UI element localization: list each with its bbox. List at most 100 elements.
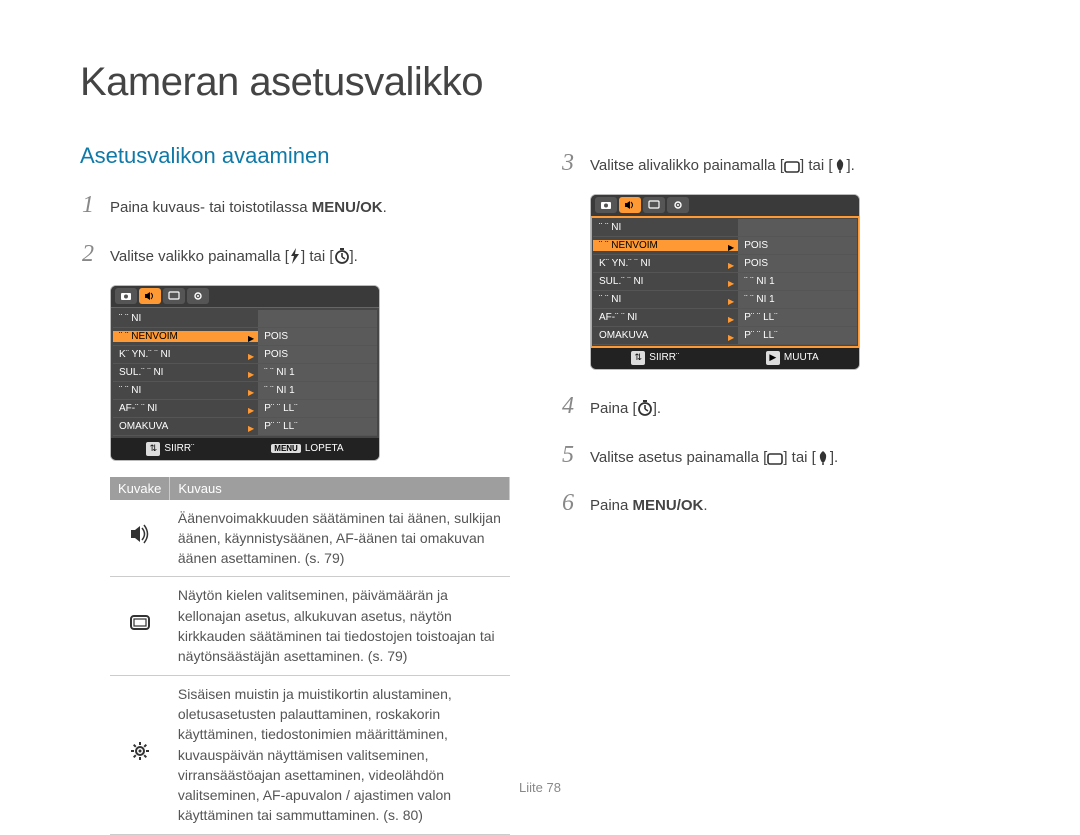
step-5: 5 Valitse asetus painamalla [] tai []. xyxy=(560,435,1000,476)
cam1-r1-l: K¨ YN.¨ ¨ NI xyxy=(119,349,170,360)
cam1-r1-r: POIS xyxy=(258,346,377,363)
cam1-row-3: ¨ ¨ NI▶¨ ¨ NI 1 xyxy=(113,382,377,400)
timer-icon xyxy=(334,247,350,273)
camera-tab-icon xyxy=(115,288,137,304)
step-3-pre: Valitse alivalikko painamalla [ xyxy=(590,157,784,174)
cam2-footer-move: SIIRR¨ xyxy=(649,352,679,363)
cam2-row-3: ¨ ¨ NI ▶ ¨ ¨ NI 1 xyxy=(593,291,857,309)
cam1-r0-r: POIS xyxy=(258,328,377,345)
caret-icon: ▶ xyxy=(728,297,734,305)
cam1-r3-l: ¨ ¨ NI xyxy=(119,385,141,396)
step-3-mid: ] tai [ xyxy=(800,157,833,174)
cam2-footer-change: MUUTA xyxy=(784,352,819,363)
cam2-header-right xyxy=(738,219,857,236)
step-4-post: ]. xyxy=(653,400,661,417)
cam2-row-4: AF-¨ ¨ NI▶P¨ ¨ LL¨ xyxy=(593,309,857,327)
cam2-footer: ⇅SIIRR¨ ▶MUUTA xyxy=(591,347,859,369)
cam2-row-2: SUL.¨ ¨ NI▶¨ ¨ NI 1 xyxy=(593,273,857,291)
step-num-5: 5 xyxy=(560,435,576,476)
cam2-tabs xyxy=(591,195,859,217)
cam1-body: ¨ ¨ NI ¨ ¨ NENVOIM▶POIS K¨ YN.¨ ¨ NI▶POI… xyxy=(111,308,379,438)
step-4-text: Paina []. xyxy=(590,396,661,425)
cam1-footer-quit: LOPETA xyxy=(305,443,344,454)
page-footer: Liite 78 xyxy=(80,780,1000,795)
cam1-footer-move: SIIRR¨ xyxy=(164,443,194,454)
step-2-post: ]. xyxy=(350,248,358,265)
page-title: Kameran asetusvalikko xyxy=(80,60,1000,105)
step-2-mid: ] tai [ xyxy=(301,248,334,265)
speaker-tab-icon xyxy=(139,288,161,304)
step-3-post: ]. xyxy=(847,157,855,174)
caret-icon: ▶ xyxy=(248,406,254,414)
step-2-pre: Valitse valikko painamalla [ xyxy=(110,248,289,265)
caret-icon: ▶ xyxy=(728,261,734,269)
camera-tab-icon xyxy=(595,197,617,213)
step-3-text: Valitse alivalikko painamalla [ ] tai []. xyxy=(590,153,855,182)
cam1-row-2: SUL.¨ ¨ NI▶¨ ¨ NI 1 xyxy=(113,364,377,382)
right-column: 3 Valitse alivalikko painamalla [] tai [… xyxy=(560,143,1000,835)
cam2-r4-l: AF-¨ ¨ NI xyxy=(599,312,637,323)
step-1: 1 Paina kuvaus- tai toistotilassa MENU/O… xyxy=(80,185,520,226)
step-5-text: Valitse asetus painamalla [] tai []. xyxy=(590,445,838,474)
display-small-icon xyxy=(767,448,783,474)
timer-icon xyxy=(637,399,653,425)
cam1-r2-r: ¨ ¨ NI 1 xyxy=(258,364,377,381)
step-4: 4 Paina []. xyxy=(560,386,1000,427)
cam1-r5-r: P¨ ¨ LL¨ xyxy=(258,418,377,435)
cam2-r0-l: ¨ ¨ NENVOIM xyxy=(599,240,658,251)
cam2-r5-l: OMAKUVA xyxy=(599,330,648,341)
display-tab-icon xyxy=(163,288,185,304)
gear-tab-icon xyxy=(187,288,209,304)
cam2-header: ¨ ¨ NI xyxy=(593,219,857,237)
caret-icon: ▶ xyxy=(728,333,734,341)
display-small-icon xyxy=(784,156,800,182)
macro-icon xyxy=(833,156,847,182)
step-3: 3 Valitse alivalikko painamalla [] tai [… xyxy=(560,143,1000,184)
cam2-r3-l: ¨ ¨ NI xyxy=(599,294,621,305)
step-5-mid: ] tai [ xyxy=(783,449,816,466)
speaker-tab-icon xyxy=(619,197,641,213)
speaker-icon xyxy=(110,500,170,577)
cam2-r1-r: POIS xyxy=(738,255,857,272)
cam1-header-right xyxy=(258,310,377,327)
macro-icon xyxy=(816,448,830,474)
cam2-row-1: K¨ YN.¨ ¨ NI ▶ POIS xyxy=(593,255,857,273)
cam2-r1-l: K¨ YN.¨ ¨ NI xyxy=(599,258,650,269)
cam1-r3-r: ¨ ¨ NI 1 xyxy=(258,382,377,399)
cam1-r4-r: P¨ ¨ LL¨ xyxy=(258,400,377,417)
updown-icon: ⇅ xyxy=(631,351,645,365)
caret-icon: ▶ xyxy=(728,243,734,251)
step-num-1: 1 xyxy=(80,185,96,226)
cam1-r2-l: SUL.¨ ¨ NI xyxy=(119,367,163,378)
cam2-row-0: ¨ ¨ NENVOIM▶POIS xyxy=(593,237,857,255)
cam2-body: ¨ ¨ NI ¨ ¨ NENVOIM ▶ POIS K¨ YN.¨ ¨ NI ▶ POI… xyxy=(591,217,859,347)
menu-ok-label: MENU/OK xyxy=(312,199,383,216)
cam1-row-5: OMAKUVA ▶ P¨ ¨ LL¨ xyxy=(113,418,377,436)
step-4-pre: Paina [ xyxy=(590,400,637,417)
step-1-post: . xyxy=(383,199,387,216)
footer-label: Liite xyxy=(519,780,543,795)
cam1-tabs xyxy=(111,286,379,308)
step-num-6: 6 xyxy=(560,483,576,524)
legend-row-0: Äänenvoimakkuuden säätäminen tai äänen, … xyxy=(110,500,510,577)
updown-icon: ⇅ xyxy=(146,442,160,456)
cam2-r2-l: SUL.¨ ¨ NI xyxy=(599,276,643,287)
caret-icon: ▶ xyxy=(248,352,254,360)
step-6-post: . xyxy=(703,497,707,514)
cam1-header-label: ¨ ¨ NI xyxy=(113,313,258,324)
display-icon xyxy=(110,577,170,675)
footer-page: 78 xyxy=(547,780,561,795)
caret-icon: ▶ xyxy=(248,424,254,432)
legend-desc-0: Äänenvoimakkuuden säätäminen tai äänen, … xyxy=(170,500,510,577)
gear-icon xyxy=(110,675,170,834)
cam1-row-1: K¨ YN.¨ ¨ NI ▶ POIS xyxy=(113,346,377,364)
cam1-r5-l: OMAKUVA xyxy=(119,421,168,432)
cam2-r2-r: ¨ ¨ NI 1 xyxy=(738,273,857,290)
cam1-r4-l: AF-¨ ¨ NI xyxy=(119,403,157,414)
step-1-text: Paina kuvaus- tai toistotilassa MENU/OK. xyxy=(110,195,387,221)
left-column: Asetusvalikon avaaminen 1 Paina kuvaus- … xyxy=(80,143,520,835)
step-5-pre: Valitse asetus painamalla [ xyxy=(590,449,767,466)
menu-ok-label-2: MENU/OK xyxy=(633,497,704,514)
step-6-text: Paina MENU/OK. xyxy=(590,493,708,519)
cam2-r3-r: ¨ ¨ NI 1 xyxy=(738,291,857,308)
